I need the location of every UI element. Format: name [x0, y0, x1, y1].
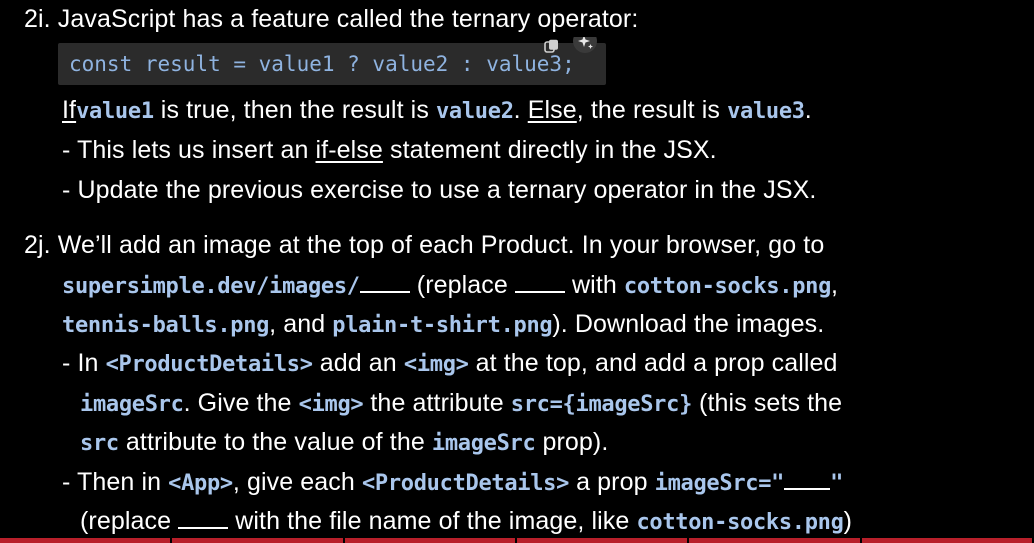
code-block-text: const result = value1 ? value2 : value3;: [69, 52, 575, 76]
blank-underline: [784, 468, 831, 490]
text: .: [804, 96, 812, 124]
text: at the top, and add a prop called: [468, 349, 838, 377]
text: prop).: [535, 428, 609, 456]
text: with: [564, 271, 624, 299]
image-url-line: supersimple.dev/images/ (replace with co…: [62, 270, 838, 302]
text: - In: [62, 349, 106, 377]
code-value1: value1: [76, 99, 154, 124]
heading-2j: 2j. We’ll add an image at the top of eac…: [24, 230, 824, 260]
code-block: const result = value1 ? value2 : value3;: [58, 37, 606, 85]
code-imagesrc: imageSrc: [80, 392, 184, 417]
bullet-app-prop: - Then in <App>, give each <ProductDetai…: [62, 467, 843, 499]
code-img: <img>: [298, 392, 364, 417]
text: (replace: [409, 271, 515, 299]
blank-underline: [514, 271, 565, 293]
text: the attribute: [363, 389, 511, 417]
text: ): [843, 507, 853, 535]
text: is true, then the result is: [153, 96, 436, 124]
if-word: If: [62, 96, 77, 124]
code-imagesrc-close: ": [830, 471, 844, 496]
code-src-attr: src={imageSrc}: [510, 392, 693, 417]
sparkle-icon[interactable]: [572, 37, 598, 55]
text: . Give the: [183, 389, 299, 417]
copy-icon[interactable]: [544, 39, 562, 53]
replace-filename-line: (replace with the file name of the image…: [80, 506, 852, 538]
bar-segment: [0, 538, 171, 543]
image-files-line: tennis-balls.png, and plain-t-shirt.png)…: [62, 309, 824, 341]
code-img: <img>: [403, 352, 469, 377]
blank-underline: [178, 507, 229, 529]
text: - This lets us insert an: [62, 136, 316, 164]
text: attribute to the value of the: [118, 428, 432, 456]
code-value3: value3: [727, 99, 805, 124]
text: (this sets the: [692, 389, 843, 417]
code-app: <App>: [168, 471, 233, 496]
text: - Update the previous exercise to use a …: [62, 176, 817, 204]
ternary-explanation: Ifvalue1 is true, then the result is val…: [62, 95, 812, 127]
text: .: [513, 96, 528, 124]
bar-segment: [689, 538, 860, 543]
if-else-word: if-else: [315, 136, 383, 164]
text: add an: [312, 349, 404, 377]
code-imagesrc: imageSrc: [431, 431, 536, 456]
text: a prop: [569, 468, 655, 496]
code-imagesrc-open: imageSrc=": [654, 471, 785, 496]
bar-segment: [861, 538, 1032, 543]
text: (replace: [80, 507, 179, 535]
bar-segment: [516, 538, 688, 543]
image-src-line: imageSrc. Give the <img> the attribute s…: [80, 388, 842, 420]
heading-2i-text: 2i. JavaScript has a feature called the …: [24, 5, 639, 33]
text: ). Download the images.: [552, 310, 825, 338]
text: statement directly in the JSX.: [382, 136, 717, 164]
code-value2: value2: [435, 99, 514, 124]
text: , give each: [232, 468, 362, 496]
heading-2j-text: 2j. We’ll add an image at the top of eac…: [24, 231, 825, 259]
code-url: supersimple.dev/images/: [62, 274, 360, 299]
code-cotton-socks: cotton-socks.png: [636, 510, 844, 535]
bottom-divider-bar: [0, 538, 1034, 543]
bullet-if-else: - This lets us insert an if-else stateme…: [62, 135, 717, 165]
code-src: src: [80, 431, 119, 456]
code-tennis-balls: tennis-balls.png: [62, 313, 270, 338]
code-cotton-socks: cotton-socks.png: [623, 274, 832, 299]
src-attribute-line: src attribute to the value of the imageS…: [80, 427, 608, 459]
bar-segment: [172, 538, 343, 543]
heading-2i: 2i. JavaScript has a feature called the …: [24, 4, 638, 34]
text: , and: [269, 310, 333, 338]
text: ,: [831, 271, 839, 299]
text: , the result is: [576, 96, 728, 124]
code-product-details: <ProductDetails>: [361, 471, 570, 496]
code-plain-t-shirt: plain-t-shirt.png: [332, 313, 553, 338]
text: - Then in: [62, 468, 169, 496]
bar-segment: [344, 538, 515, 543]
text: with the file name of the image, like: [228, 507, 637, 535]
code-product-details: <ProductDetails>: [105, 352, 313, 377]
bullet-product-details: - In <ProductDetails> add an <img> at th…: [62, 348, 838, 380]
bullet-update-exercise: - Update the previous exercise to use a …: [62, 175, 816, 205]
blank-underline: [359, 271, 410, 293]
else-word: Else: [527, 96, 577, 124]
